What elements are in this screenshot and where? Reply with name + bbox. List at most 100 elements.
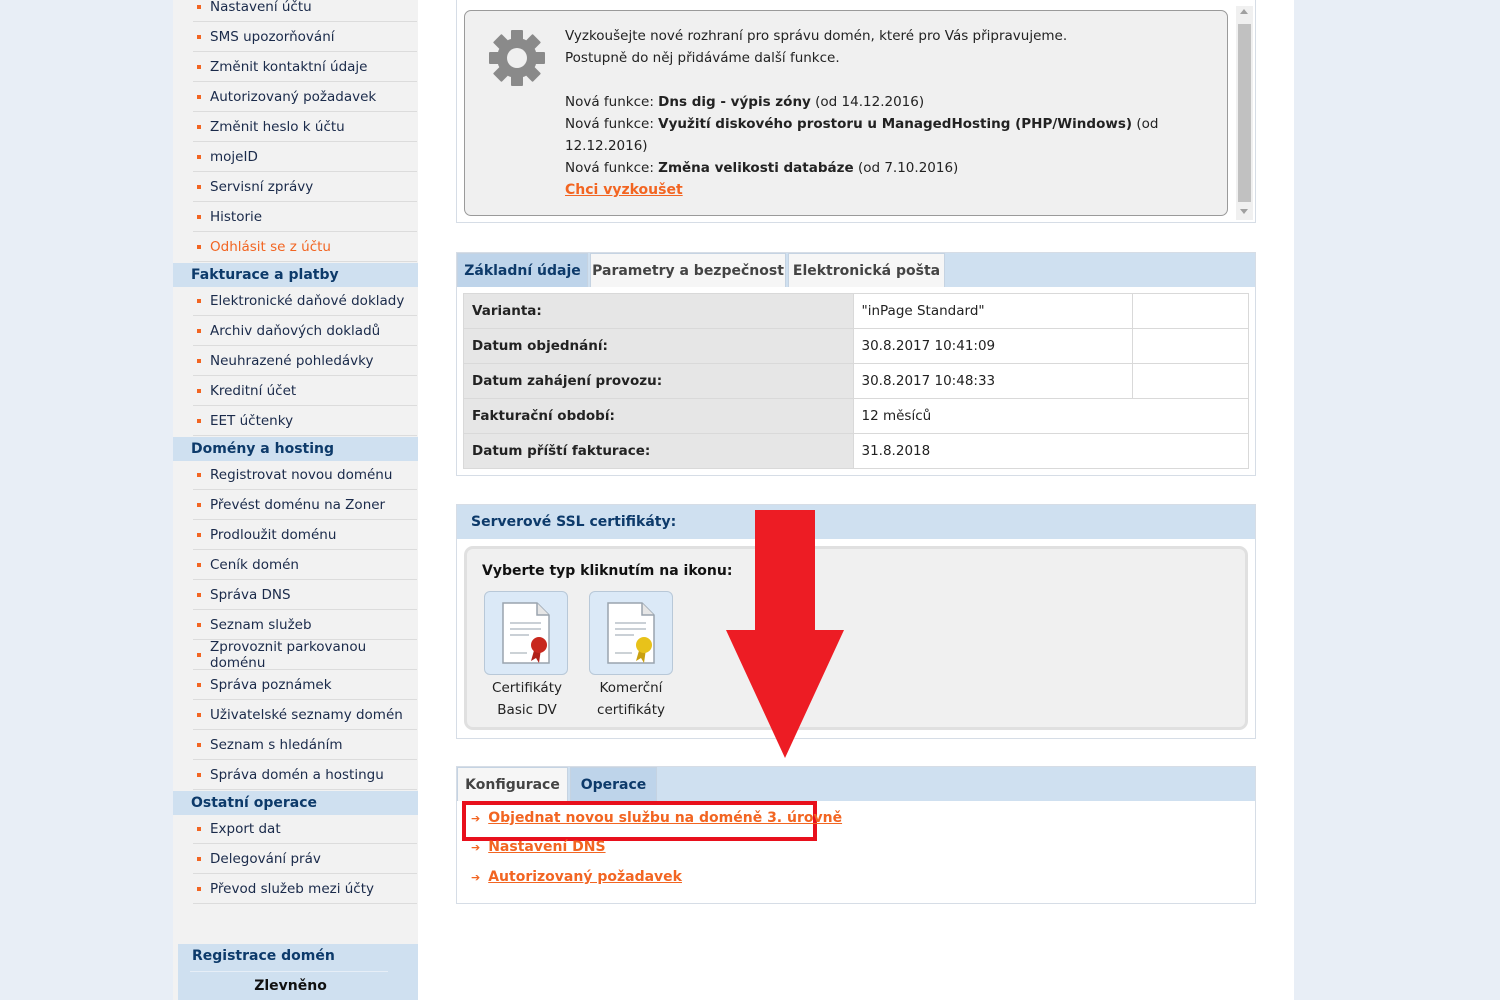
table-row: Datum objednání: 30.8.2017 10:41:09 [463, 328, 1249, 364]
bullet-icon [197, 34, 201, 39]
notice-scrollbar[interactable] [1236, 6, 1253, 220]
sidebar-item-service-list[interactable]: Seznam služeb [193, 610, 417, 640]
bullet-icon [197, 214, 201, 219]
row-label: Fakturační období: [463, 398, 854, 434]
ssl-selection-box: Vyberte typ kliknutím na ikonu: Certifik… [464, 546, 1248, 730]
notice-text: Vyzkoušejte nové rozhraní pro správu dom… [565, 25, 1227, 179]
tab-parameters-security[interactable]: Parametry a bezpečnost [590, 253, 786, 287]
new-interface-notice: Vyzkoušejte nové rozhraní pro správu dom… [456, 0, 1256, 223]
sidebar-item-sms-notifications[interactable]: SMS upozorňování [193, 22, 417, 52]
bullet-icon [197, 64, 201, 69]
sidebar-item-tax-archive[interactable]: Archiv daňových dokladů [193, 316, 417, 346]
sidebar-item-account-settings[interactable]: Nastavení účtu [193, 0, 417, 22]
sidebar-item-transfer-domain[interactable]: Převést doménu na Zoner [193, 490, 417, 520]
sidebar-item-renew-domain[interactable]: Prodloužit doménu [193, 520, 417, 550]
sidebar-item-user-domain-lists[interactable]: Uživatelské seznamy domén [193, 700, 417, 730]
sidebar-item-change-contact[interactable]: Změnit kontaktní údaje [193, 52, 417, 82]
sidebar-item-notes[interactable]: Správa poznámek [193, 670, 417, 700]
scroll-down-arrow-icon[interactable] [1240, 209, 1248, 214]
dns-settings-link[interactable]: Nastavení DNS [488, 839, 605, 855]
operation-authorized-request: ➔ Autorizovaný požadavek [471, 869, 682, 885]
certificate-icon [607, 602, 655, 664]
table-row: Datum příští fakturace: 31.8.2018 [463, 433, 1249, 469]
bullet-icon [197, 712, 201, 717]
bullet-icon [197, 124, 201, 129]
notice-feature-3: Nová funkce: Změna velikosti databáze (o… [565, 160, 959, 176]
bullet-icon [197, 856, 201, 861]
sidebar-item-service-messages[interactable]: Servisní zprávy [193, 172, 417, 202]
promo-subtitle: Zlevněno [254, 978, 327, 994]
promo-domain-registration[interactable]: Registrace domén Zlevněno [178, 944, 418, 1000]
sidebar-item-logout[interactable]: Odhlásit se z účtu [193, 232, 417, 262]
row-value: 30.8.2017 10:48:33 [852, 363, 1134, 399]
service-info-panel: Základní údaje Parametry a bezpečnost El… [456, 252, 1256, 476]
red-down-arrow-icon [726, 510, 844, 758]
tab-email[interactable]: Elektronická pošta [788, 253, 945, 287]
bullet-icon [197, 622, 201, 627]
cert-basic-dv-button[interactable] [484, 591, 568, 675]
scroll-thumb[interactable] [1238, 24, 1251, 202]
sidebar-item-history[interactable]: Historie [193, 202, 417, 232]
sidebar-item-domain-pricing[interactable]: Ceník domén [193, 550, 417, 580]
bullet-icon [197, 472, 201, 477]
sidebar-item-mojeid[interactable]: mojeID [193, 142, 417, 172]
bullet-icon [197, 682, 201, 687]
bullet-icon [197, 418, 201, 423]
sidebar-item-change-password[interactable]: Změnit heslo k účtu [193, 112, 417, 142]
bullet-icon [197, 652, 201, 657]
try-new-interface-link[interactable]: Chci vyzkoušet [565, 182, 683, 198]
bullet-icon [197, 388, 201, 393]
bullet-icon [197, 562, 201, 567]
sidebar-heading-billing: Fakturace a platby [173, 263, 418, 287]
row-extra [1132, 293, 1249, 329]
notice-feature-2: Nová funkce: Využití diskového prostoru … [565, 116, 1159, 154]
order-third-level-service-link[interactable]: Objednat novou službu na doméně 3. úrovn… [488, 810, 842, 826]
row-label: Datum příští fakturace: [463, 433, 854, 469]
notice-line-2: Postupně do něj přidáváme další funkce. [565, 50, 840, 66]
sidebar-item-search-list[interactable]: Seznam s hledáním [193, 730, 417, 760]
table-row: Datum zahájení provozu: 30.8.2017 10:48:… [463, 363, 1249, 399]
row-extra [1132, 363, 1249, 399]
cert-commercial-button[interactable] [589, 591, 673, 675]
notice-feature-1: Nová funkce: Dns dig - výpis zóny (od 14… [565, 94, 925, 110]
sidebar-item-unpaid-claims[interactable]: Neuhrazené pohledávky [193, 346, 417, 376]
row-value: "inPage Standard" [852, 293, 1134, 329]
authorized-request-link[interactable]: Autorizovaný požadavek [488, 869, 682, 885]
promo-title: Registrace domén [192, 948, 335, 964]
row-label: Varianta: [463, 293, 854, 329]
sidebar-item-export-data[interactable]: Export dat [193, 814, 417, 844]
sidebar-item-transfer-services[interactable]: Převod služeb mezi účty [193, 874, 417, 904]
sidebar-item-register-domain[interactable]: Registrovat novou doménu [193, 460, 417, 490]
ssl-panel-title: Serverové SSL certifikáty: [471, 514, 677, 530]
tab-basic-info[interactable]: Základní údaje [457, 253, 588, 287]
bullet-icon [197, 772, 201, 777]
cert-commercial-label[interactable]: Komerční certifikáty [571, 677, 691, 721]
bullet-icon [197, 4, 201, 9]
bullet-icon [197, 244, 201, 249]
ssl-certificates-panel: Serverové SSL certifikáty: Vyberte typ k… [456, 504, 1256, 739]
sidebar-item-delegate-rights[interactable]: Delegování práv [193, 844, 417, 874]
tab-configuration[interactable]: Konfigurace [457, 767, 568, 801]
sidebar-item-domain-hosting-management[interactable]: Správa domén a hostingu [193, 760, 417, 790]
ssl-prompt: Vyberte typ kliknutím na ikonu: [482, 563, 733, 579]
operations-panel: Konfigurace Operace ➔ Objednat novou slu… [456, 766, 1256, 904]
bullet-icon [197, 328, 201, 333]
sidebar-item-authorized-request[interactable]: Autorizovaný požadavek [193, 82, 417, 112]
bullet-icon [197, 502, 201, 507]
tab-operations[interactable]: Operace [570, 767, 657, 801]
bullet-icon [197, 298, 201, 303]
table-row: Varianta: "inPage Standard" [463, 293, 1249, 329]
sidebar-item-parked-domain[interactable]: Zprovoznit parkovanou doménu [193, 639, 417, 671]
bullet-icon [197, 532, 201, 537]
sidebar-item-credit-account[interactable]: Kreditní účet [193, 376, 417, 406]
arrow-right-icon: ➔ [471, 870, 481, 884]
cert-basic-dv-label[interactable]: Certifikáty Basic DV [467, 677, 587, 721]
sidebar-item-dns-management[interactable]: Správa DNS [193, 580, 417, 610]
notice-line-1: Vyzkoušejte nové rozhraní pro správu dom… [565, 28, 1068, 44]
scroll-up-arrow-icon[interactable] [1240, 9, 1248, 14]
row-extra [1132, 328, 1249, 364]
arrow-right-icon: ➔ [471, 811, 481, 825]
sidebar-item-eet-receipts[interactable]: EET účtenky [193, 406, 417, 436]
sidebar-item-electronic-tax-docs[interactable]: Elektronické daňové doklady [193, 286, 417, 316]
bullet-icon [197, 886, 201, 891]
